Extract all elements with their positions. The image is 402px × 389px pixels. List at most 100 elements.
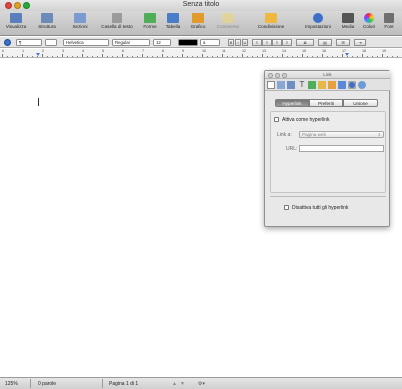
chart-inspector-icon[interactable] — [338, 81, 346, 89]
toolbar-chart-button[interactable]: Grafico — [186, 12, 210, 34]
ruler-tick — [207, 55, 208, 57]
link-inspector-panel: Link T Hyperlink Preferiti Unione Attiva… — [264, 70, 390, 227]
inspector-title-bar: Link — [265, 71, 390, 79]
toolbar-fonts-button[interactable]: Font — [381, 12, 397, 34]
sections-icon — [41, 13, 53, 23]
ruler-tick — [57, 55, 58, 57]
font-size-select[interactable]: 12 — [153, 39, 171, 46]
url-label: URL: — [286, 146, 298, 152]
ruler-tick — [377, 55, 378, 57]
view-icon — [10, 13, 22, 23]
highlight-color-well[interactable]: a — [200, 39, 220, 46]
toolbar-inspector-button[interactable]: Impostazioni — [301, 12, 335, 34]
ruler-tick — [92, 55, 93, 57]
ruler-tick — [52, 55, 53, 57]
ruler-tick — [357, 55, 358, 57]
align-right-button[interactable]: ≡ — [272, 39, 282, 46]
quicktime-inspector-icon[interactable] — [358, 81, 366, 89]
toolbar-sections-button[interactable]: Struttura — [34, 12, 60, 34]
ruler-tick — [332, 55, 333, 57]
ruler[interactable]: 0 1 2 3 4 5 6 7 8 9 10 11 12 13 14 15 16 17 18 19 — [0, 49, 402, 58]
document-inspector-icon[interactable] — [267, 81, 275, 89]
ruler-tick — [37, 55, 38, 57]
enable-hyperlink-checkbox[interactable] — [274, 117, 279, 122]
font-style-select[interactable]: Regular — [112, 39, 150, 46]
toolbar-comment-button[interactable]: Commento — [213, 12, 243, 34]
ruler-tick — [197, 55, 198, 57]
status-divider — [102, 379, 103, 388]
link-to-select[interactable]: Pagina web ⇕ — [299, 131, 384, 138]
ruler-tick — [172, 55, 173, 57]
align-justify-button[interactable]: ≡ — [282, 39, 292, 46]
text-inspector-icon[interactable]: T — [298, 81, 306, 89]
align-center-button[interactable]: ≡ — [262, 39, 272, 46]
chevron-updown-icon: ⇕ — [377, 132, 381, 137]
ruler-number: 5 — [102, 49, 104, 53]
toolbar-colors-button[interactable]: Colori — [360, 12, 378, 34]
ruler-tick — [42, 54, 43, 57]
ruler-tick — [252, 55, 253, 57]
gear-icon[interactable]: ⚙▾ — [198, 381, 205, 387]
tab-merge[interactable]: Unione — [343, 99, 378, 107]
toolbar-shapes-button[interactable]: Forme — [141, 12, 159, 34]
ruler-tick — [162, 54, 163, 57]
bold-button[interactable]: B — [228, 39, 234, 46]
ruler-tick — [257, 55, 258, 57]
ruler-tick — [267, 55, 268, 57]
font-family-select[interactable]: Helvetica — [63, 39, 109, 46]
graphic-inspector-icon[interactable] — [308, 81, 316, 89]
tab-hyperlink[interactable]: Hyperlink — [275, 99, 309, 107]
fonts-icon — [384, 13, 394, 23]
ruler-tick — [317, 55, 318, 57]
toolbar-layout-button[interactable]: Sezioni — [68, 12, 92, 34]
disable-all-hyperlinks-checkbox[interactable] — [284, 205, 289, 210]
metrics-inspector-icon[interactable] — [318, 81, 326, 89]
ruler-tick — [382, 54, 383, 57]
tab-bookmarks[interactable]: Preferiti — [309, 99, 343, 107]
text-color-well[interactable] — [178, 39, 198, 46]
toolbar-media-button[interactable]: Media — [338, 12, 358, 34]
character-style-select[interactable] — [45, 39, 57, 46]
line-spacing-select[interactable]: ≣ — [296, 39, 314, 46]
toolbar-view-button[interactable]: Visualizza — [2, 12, 30, 34]
ruler-number: 17 — [342, 49, 346, 53]
ruler-tick — [327, 55, 328, 57]
status-divider — [30, 379, 31, 388]
toolbar-table-button[interactable]: Tabella — [162, 12, 184, 34]
columns-select[interactable]: ▤ — [318, 39, 332, 46]
ruler-tick — [102, 54, 103, 57]
ruler-tick — [122, 54, 123, 57]
table-inspector-icon[interactable] — [328, 81, 336, 89]
next-page-icon[interactable]: ▼ — [180, 381, 185, 387]
ruler-number: 14 — [282, 49, 286, 53]
italic-button[interactable]: I — [235, 39, 241, 46]
styles-drawer-icon[interactable] — [4, 39, 11, 46]
ruler-tick — [277, 55, 278, 57]
list-style-select[interactable]: ☰ — [336, 39, 350, 46]
underline-button[interactable]: U — [242, 39, 248, 46]
ruler-tick — [232, 55, 233, 57]
disable-all-hyperlinks-label: Disattiva tutti gli hyperlink — [292, 205, 349, 211]
url-field[interactable] — [299, 145, 384, 152]
ruler-number: 12 — [242, 49, 246, 53]
toolbar-share-button[interactable]: Condivisione — [252, 12, 290, 34]
toolbar-textbox-button[interactable]: Casella di testo — [96, 12, 138, 34]
ruler-tick — [272, 55, 273, 57]
layout-inspector-icon[interactable] — [277, 81, 285, 89]
ruler-tick — [397, 55, 398, 57]
ruler-tick — [107, 55, 108, 57]
zoom-level[interactable]: 125% — [5, 381, 18, 387]
paragraph-style-select[interactable]: ¶ — [16, 39, 42, 46]
ruler-tick — [322, 54, 323, 57]
ruler-tick — [372, 55, 373, 57]
link-inspector-icon[interactable] — [348, 81, 356, 89]
enable-hyperlink-label: Attiva come hyperlink — [282, 117, 330, 123]
ruler-tick — [302, 54, 303, 57]
prev-page-icon[interactable]: ▲ — [172, 381, 177, 387]
align-left-button[interactable]: ≡ — [252, 39, 262, 46]
ruler-tick — [192, 55, 193, 57]
outline-button[interactable]: ⇥ — [354, 39, 366, 46]
text-cursor — [38, 98, 39, 106]
ruler-tick — [77, 55, 78, 57]
wrap-inspector-icon[interactable] — [287, 81, 295, 89]
